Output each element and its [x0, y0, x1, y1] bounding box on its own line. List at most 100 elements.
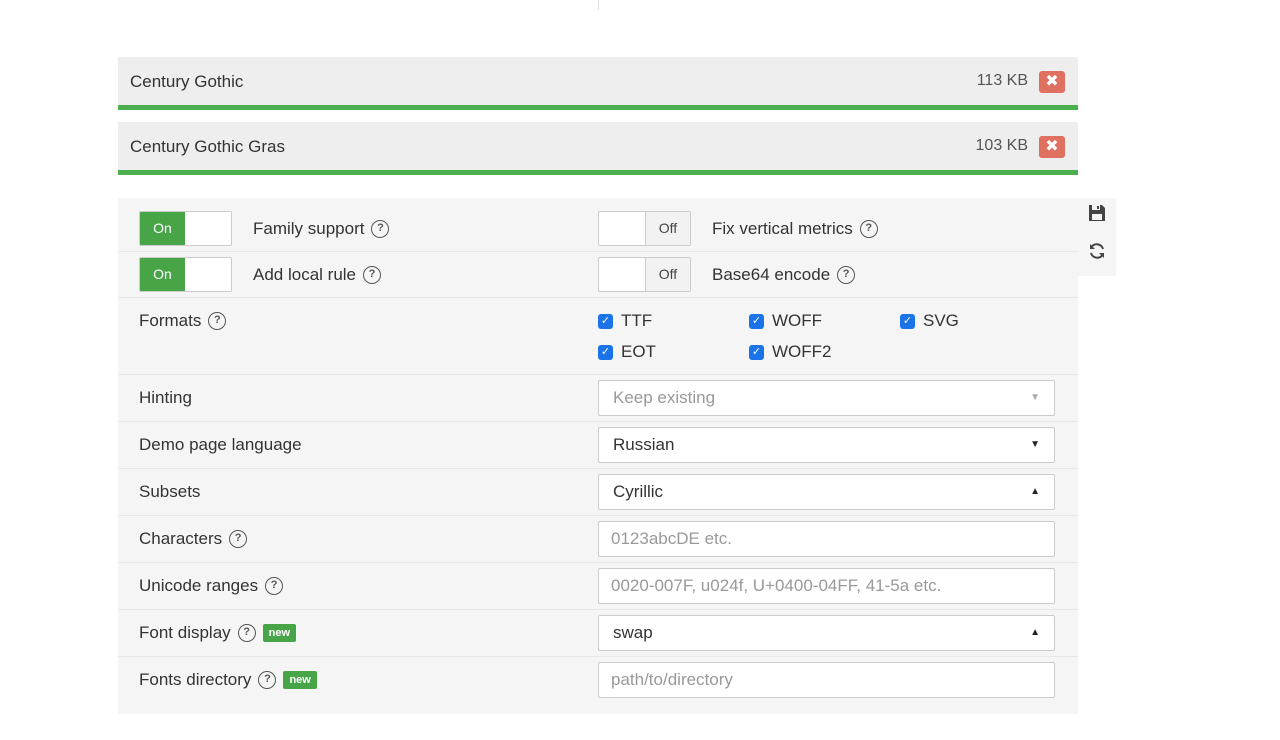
fix-vertical-metrics-toggle[interactable]: Off — [598, 211, 691, 246]
font-file-name: Century Gothic Gras — [130, 137, 285, 156]
settings-row-formats: Formats ? ✓ TTF ✓ WOFF ✓ SVG ✓ EOT ✓ WOF… — [118, 298, 1078, 375]
chevron-down-icon: ▼ — [1030, 439, 1040, 450]
demo-language-select[interactable]: Russian ▼ — [598, 427, 1055, 463]
question-circle-icon[interactable]: ? — [258, 671, 277, 689]
format-label: WOFF2 — [772, 342, 832, 361]
chevron-down-icon: ▼ — [1030, 392, 1040, 403]
settings-row-hinting: Hinting Keep existing ▼ — [118, 375, 1078, 422]
font-file-row: Century Gothic 113 KB ✖ — [118, 57, 1078, 110]
settings-row-subsets: Subsets Cyrillic ▲ — [118, 469, 1078, 516]
question-circle-icon[interactable]: ? — [371, 220, 390, 238]
characters-input[interactable] — [611, 523, 1054, 555]
settings-row-demo-language: Demo page language Russian ▼ — [118, 422, 1078, 469]
check-icon: ✓ — [598, 313, 613, 329]
base64-encode-label: Base64 encode ? — [712, 265, 856, 285]
fonts-directory-input[interactable] — [611, 664, 1054, 696]
characters-text: Characters — [139, 529, 223, 548]
hinting-value: Keep existing — [613, 388, 716, 407]
question-circle-icon[interactable]: ? — [363, 266, 382, 284]
characters-label: Characters ? — [139, 529, 248, 549]
column-divider — [598, 0, 599, 10]
toggle-off-label: Off — [645, 212, 690, 245]
formats-text: Formats — [139, 311, 202, 330]
settings-row-fonts-directory: Fonts directory ? new — [118, 657, 1078, 714]
add-local-rule-label: Add local rule ? — [253, 265, 382, 285]
fonts-directory-field — [598, 662, 1055, 698]
toggle-on-label: On — [140, 212, 185, 245]
format-woff2-checkbox[interactable]: ✓ WOFF2 — [749, 342, 832, 362]
hinting-select[interactable]: Keep existing ▼ — [598, 380, 1055, 416]
settings-row-toggles-1: On Family support ? Off Fix vertical met… — [118, 198, 1078, 252]
add-local-rule-text: Add local rule — [253, 265, 357, 284]
demo-language-label: Demo page language — [139, 435, 302, 455]
chevron-up-icon: ▲ — [1030, 486, 1040, 497]
hinting-text: Hinting — [139, 388, 192, 407]
check-icon: ✓ — [749, 344, 764, 360]
font-file-size: 103 KB — [975, 137, 1028, 154]
font-file-name: Century Gothic — [130, 72, 244, 91]
format-label: SVG — [923, 311, 959, 330]
question-circle-icon[interactable]: ? — [208, 312, 227, 330]
base64-encode-text: Base64 encode — [712, 265, 831, 284]
characters-field — [598, 521, 1055, 557]
check-icon: ✓ — [900, 313, 915, 329]
question-circle-icon[interactable]: ? — [265, 577, 284, 595]
floppy-disk-icon[interactable] — [1086, 204, 1108, 226]
toggle-on-label: On — [140, 258, 185, 291]
subsets-select[interactable]: Cyrillic ▲ — [598, 474, 1055, 510]
format-label: WOFF — [772, 311, 823, 330]
settings-row-unicode-ranges: Unicode ranges ? — [118, 563, 1078, 610]
format-eot-checkbox[interactable]: ✓ EOT — [598, 342, 656, 362]
toggle-off-label: Off — [645, 258, 690, 291]
format-ttf-checkbox[interactable]: ✓ TTF — [598, 311, 652, 331]
refresh-icon[interactable] — [1086, 242, 1108, 264]
font-file-size: 113 KB — [976, 72, 1028, 89]
family-support-label: Family support ? — [253, 219, 390, 239]
family-support-text: Family support — [253, 219, 365, 238]
side-toolbar — [1078, 198, 1116, 276]
formats-label: Formats ? — [139, 311, 227, 331]
settings-row-font-display: Font display ? new swap ▲ — [118, 610, 1078, 657]
hinting-label: Hinting — [139, 388, 192, 408]
close-icon[interactable]: ✖ — [1039, 71, 1065, 93]
unicode-ranges-input[interactable] — [611, 570, 1054, 602]
unicode-ranges-label: Unicode ranges ? — [139, 576, 284, 596]
font-display-value: swap — [613, 623, 653, 642]
subsets-label: Subsets — [139, 482, 200, 502]
settings-row-toggles-2: On Add local rule ? Off Base64 encode ? — [118, 252, 1078, 298]
fonts-directory-label: Fonts directory ? new — [139, 670, 317, 690]
check-icon: ✓ — [598, 344, 613, 360]
subsets-value: Cyrillic — [613, 482, 664, 501]
unicode-ranges-text: Unicode ranges — [139, 576, 259, 595]
format-label: TTF — [621, 311, 653, 330]
add-local-rule-toggle[interactable]: On — [139, 257, 232, 292]
demo-language-value: Russian — [613, 435, 675, 454]
settings-panel: On Family support ? Off Fix vertical met… — [118, 198, 1078, 714]
font-display-text: Font display — [139, 623, 231, 642]
demo-language-text: Demo page language — [139, 435, 302, 454]
question-circle-icon[interactable]: ? — [837, 266, 856, 284]
unicode-ranges-field — [598, 568, 1055, 604]
close-icon[interactable]: ✖ — [1039, 136, 1065, 158]
check-icon: ✓ — [749, 313, 764, 329]
new-badge: new — [262, 624, 297, 642]
base64-encode-toggle[interactable]: Off — [598, 257, 691, 292]
format-svg-checkbox[interactable]: ✓ SVG — [900, 311, 959, 331]
format-woff-checkbox[interactable]: ✓ WOFF — [749, 311, 822, 331]
fix-vertical-metrics-text: Fix vertical metrics — [712, 219, 853, 238]
subsets-text: Subsets — [139, 482, 201, 501]
fonts-directory-text: Fonts directory — [139, 670, 252, 689]
format-label: EOT — [621, 342, 656, 361]
font-display-select[interactable]: swap ▲ — [598, 615, 1055, 651]
settings-row-characters: Characters ? — [118, 516, 1078, 563]
question-circle-icon[interactable]: ? — [237, 624, 256, 642]
font-display-label: Font display ? new — [139, 623, 297, 643]
top-strip — [0, 0, 1280, 12]
chevron-up-icon: ▲ — [1030, 627, 1040, 638]
font-file-row: Century Gothic Gras 103 KB ✖ — [118, 122, 1078, 175]
new-badge: new — [283, 671, 317, 689]
question-circle-icon[interactable]: ? — [859, 220, 878, 238]
family-support-toggle[interactable]: On — [139, 211, 232, 246]
fix-vertical-metrics-label: Fix vertical metrics ? — [712, 219, 878, 239]
question-circle-icon[interactable]: ? — [229, 530, 248, 548]
